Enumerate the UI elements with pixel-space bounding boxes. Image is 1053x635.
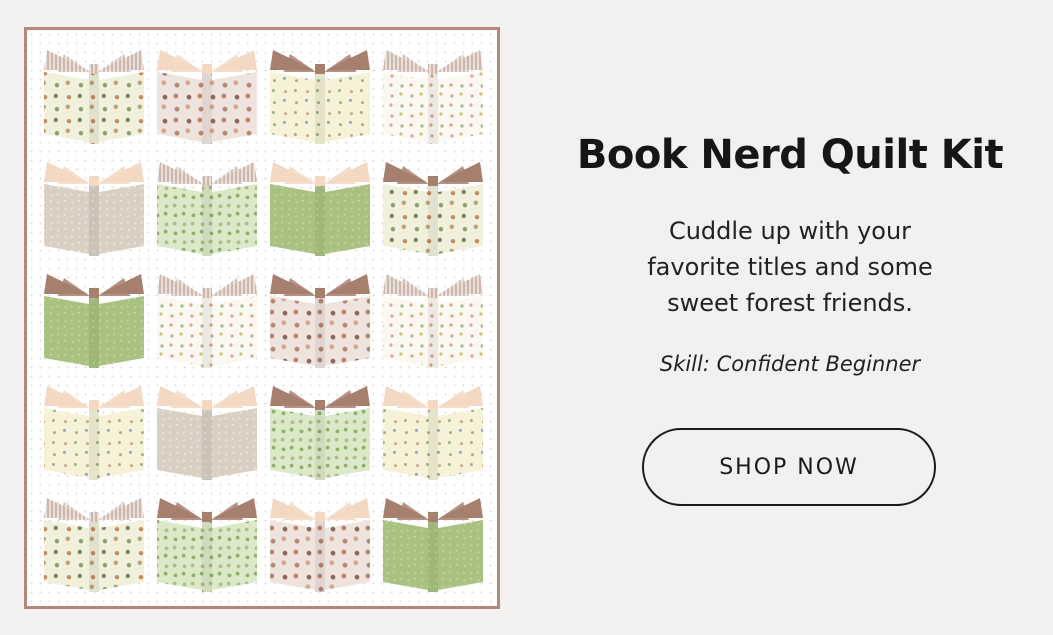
quilt-book-block	[157, 50, 257, 144]
description-line: sweet forest friends.	[667, 289, 913, 317]
page-title: Book Nerd Quilt Kit	[576, 132, 1004, 178]
quilt-book-block	[383, 386, 483, 480]
quilt-book-block	[44, 274, 144, 368]
quilt-book-block	[270, 386, 370, 480]
quilt-book-block	[383, 274, 483, 368]
description-line: Cuddle up with your	[668, 217, 912, 245]
quilt-book-block	[270, 498, 370, 592]
quilt-book-block	[157, 498, 257, 592]
quilt-book-block	[44, 386, 144, 480]
skill-level: Skill: Confident Beginner	[659, 352, 921, 376]
promo-copy: Book Nerd Quilt Kit Cuddle up with your …	[540, 0, 1040, 635]
quilt-book-block	[383, 162, 483, 256]
quilt-book-block	[383, 498, 483, 592]
promo-description: Cuddle up with your favorite titles and …	[600, 213, 980, 321]
quilt-book-block	[44, 498, 144, 592]
quilt-book-block	[44, 162, 144, 256]
quilt-book-block	[157, 386, 257, 480]
shop-now-button[interactable]: SHOP NOW	[642, 428, 936, 506]
quilt-blocks	[44, 50, 483, 592]
quilt-book-block	[157, 274, 257, 368]
quilt-book-block	[383, 50, 483, 144]
quilt-book-block	[44, 50, 144, 144]
quilt-image	[24, 27, 500, 609]
quilt-book-block	[157, 162, 257, 256]
quilt-book-block	[270, 50, 370, 144]
description-line: favorite titles and some	[647, 253, 933, 281]
quilt-book-block	[270, 274, 370, 368]
quilt-book-block	[270, 162, 370, 256]
